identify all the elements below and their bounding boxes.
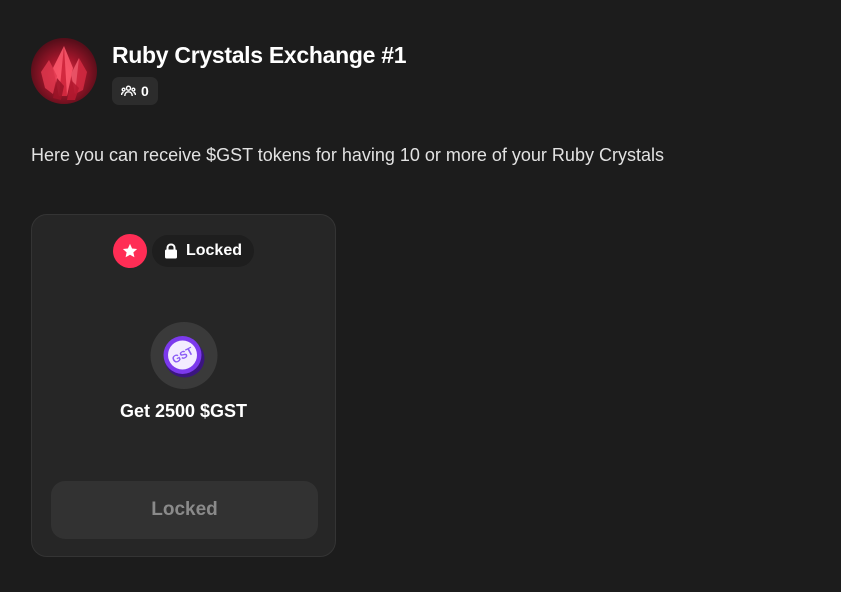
- lock-status-label: Locked: [185, 242, 242, 259]
- gst-token-icon: GST: [163, 335, 205, 377]
- users-icon: [121, 85, 136, 97]
- members-badge: 0: [112, 77, 158, 105]
- description: Here you can receive $GST tokens for hav…: [31, 145, 664, 165]
- page: Ruby Crystals Exchange #1 0 Here you can…: [0, 0, 841, 592]
- card-badges: Locked: [32, 234, 335, 268]
- locked-status-badge: Locked: [151, 235, 254, 267]
- locked-button[interactable]: Locked: [51, 481, 318, 539]
- title-block: Ruby Crystals Exchange #1 0: [112, 41, 406, 105]
- ruby-crystal-avatar: [31, 38, 97, 104]
- page-title: Ruby Crystals Exchange #1: [112, 42, 407, 68]
- token-icon-wrap: GST: [150, 322, 217, 389]
- header: Ruby Crystals Exchange #1 0: [31, 38, 406, 105]
- reward-label: Get 2500 $GST: [119, 401, 248, 421]
- star-icon: [112, 234, 147, 268]
- reward-card: Locked GST Get 2500 $GST Locked: [31, 214, 336, 557]
- lock-icon: [164, 243, 178, 259]
- members-count: 0: [141, 83, 149, 99]
